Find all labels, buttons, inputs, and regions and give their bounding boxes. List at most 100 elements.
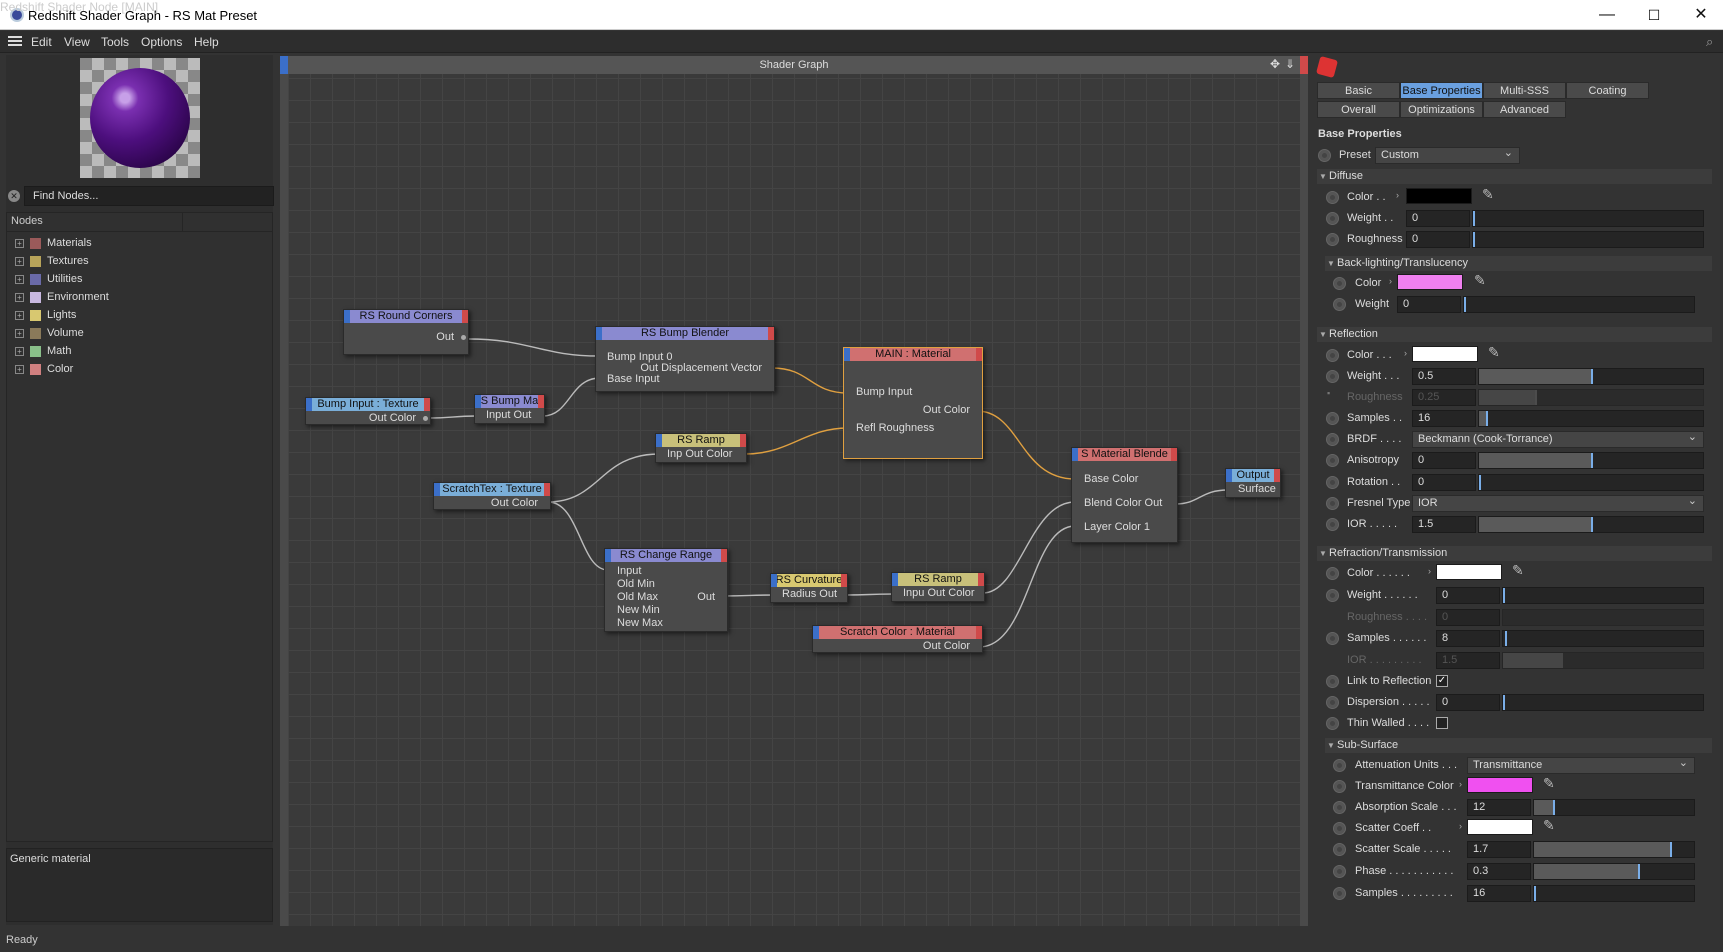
refr-color-toggle[interactable]	[1326, 567, 1339, 580]
node-bump-blender[interactable]: RS Bump Blender Bump Input 0 Out Displac…	[595, 326, 775, 392]
node-main-material[interactable]: MAIN : Material Bump Input Out Color Ref…	[843, 347, 983, 459]
eyedropper-icon[interactable]: ✎	[1474, 272, 1486, 289]
refl-weight-slider[interactable]	[1478, 368, 1704, 385]
scatter-coeff-toggle[interactable]	[1333, 822, 1346, 835]
fresnel-toggle[interactable]	[1326, 497, 1339, 510]
tab-base-properties[interactable]: Base Properties	[1400, 82, 1483, 99]
refl-color-swatch[interactable]	[1412, 346, 1478, 362]
node-ramp-1[interactable]: RS Ramp Inp Out Color	[655, 433, 747, 463]
thin-walled-toggle[interactable]	[1326, 717, 1339, 730]
tab-multi-sss[interactable]: Multi-SSS	[1483, 82, 1566, 99]
diffuse-color-toggle[interactable]	[1326, 191, 1339, 204]
tab-coating[interactable]: Coating	[1566, 82, 1649, 99]
back-weight-toggle[interactable]	[1333, 298, 1346, 311]
node-bump-map[interactable]: S Bump Ma Input Out	[474, 394, 545, 424]
brdf-toggle[interactable]	[1326, 433, 1339, 446]
atten-units-toggle[interactable]	[1333, 759, 1346, 772]
diffuse-section[interactable]: Diffuse	[1317, 169, 1712, 184]
tab-basic[interactable]: Basic	[1317, 82, 1400, 99]
refr-color-swatch[interactable]	[1436, 564, 1502, 580]
rotation-field[interactable]: 0	[1412, 474, 1476, 491]
expand-arrow-icon[interactable]: ›	[1389, 276, 1392, 286]
diffuse-roughness-slider[interactable]	[1472, 231, 1704, 248]
refraction-section[interactable]: Refraction/Transmission	[1317, 546, 1712, 561]
reflection-section[interactable]: Reflection	[1317, 327, 1712, 342]
expand-arrow-icon[interactable]: ›	[1396, 190, 1399, 200]
node-change-range[interactable]: RS Change Range Input Old Min Old Max Ne…	[604, 548, 728, 632]
node-material-blender[interactable]: S Material Blende Base Color Blend Color…	[1071, 447, 1178, 543]
eyedropper-icon[interactable]: ✎	[1482, 186, 1494, 203]
absorption-field[interactable]: 12	[1467, 799, 1531, 816]
trans-color-toggle[interactable]	[1333, 780, 1346, 793]
back-color-toggle[interactable]	[1333, 277, 1346, 290]
refl-samples-slider[interactable]	[1478, 410, 1704, 427]
rotation-slider[interactable]	[1478, 474, 1704, 491]
absorption-slider[interactable]	[1533, 799, 1695, 816]
atten-units-dropdown[interactable]: Transmittance	[1467, 756, 1695, 774]
node-round-corners[interactable]: RS Round Corners Out	[343, 309, 469, 355]
refr-samples-slider[interactable]	[1502, 630, 1704, 647]
tab-advanced[interactable]: Advanced	[1483, 101, 1566, 118]
trans-color-swatch[interactable]	[1467, 777, 1533, 793]
refr-samples-field[interactable]: 8	[1436, 630, 1500, 647]
sss-samples-field[interactable]: 16	[1467, 885, 1531, 902]
refl-roughness-slider[interactable]	[1478, 389, 1704, 406]
refr-weight-field[interactable]: 0	[1436, 587, 1500, 604]
diffuse-roughness-toggle[interactable]	[1326, 233, 1339, 246]
phase-slider[interactable]	[1533, 863, 1695, 880]
thin-walled-checkbox[interactable]	[1436, 717, 1448, 729]
refr-weight-slider[interactable]	[1502, 587, 1704, 604]
eyedropper-icon[interactable]: ✎	[1488, 344, 1500, 361]
back-color-swatch[interactable]	[1397, 274, 1463, 290]
node-bump-input[interactable]: Bump Input : Texture Out Color	[305, 397, 431, 425]
expand-arrow-icon[interactable]: ›	[1428, 566, 1431, 576]
anisotropy-field[interactable]: 0	[1412, 452, 1476, 469]
refl-weight-toggle[interactable]	[1326, 370, 1339, 383]
diffuse-weight-toggle[interactable]	[1326, 212, 1339, 225]
eyedropper-icon[interactable]: ✎	[1543, 817, 1555, 834]
node-ramp-2[interactable]: RS Ramp Inpu Out Color	[891, 572, 985, 602]
expand-arrow-icon[interactable]: ›	[1404, 348, 1407, 358]
scatter-scale-slider[interactable]	[1533, 841, 1695, 858]
refl-weight-field[interactable]: 0.5	[1412, 368, 1476, 385]
refl-roughness-field[interactable]: 0.25	[1412, 389, 1476, 406]
node-scratch-tex[interactable]: ScratchTex : Texture Out Color	[433, 482, 551, 510]
scatter-scale-field[interactable]: 1.7	[1467, 841, 1531, 858]
refr-ior-slider[interactable]	[1502, 652, 1704, 669]
diffuse-weight-slider[interactable]	[1472, 210, 1704, 227]
link-reflection-toggle[interactable]	[1326, 675, 1339, 688]
eyedropper-icon[interactable]: ✎	[1543, 775, 1555, 792]
back-weight-slider[interactable]	[1463, 296, 1695, 313]
sss-samples-toggle[interactable]	[1333, 887, 1346, 900]
scatter-coeff-swatch[interactable]	[1467, 819, 1533, 835]
expand-arrow-icon[interactable]: ›	[1459, 821, 1462, 831]
ior-toggle[interactable]	[1326, 518, 1339, 531]
expand-arrow-icon[interactable]: ›	[1459, 779, 1462, 789]
port-dot[interactable]	[461, 335, 466, 340]
node-scratch-color[interactable]: Scratch Color : Material Out Color	[812, 625, 983, 653]
node-output[interactable]: Output Surface	[1225, 468, 1281, 498]
preset-anim-toggle[interactable]	[1318, 149, 1331, 162]
scatter-scale-toggle[interactable]	[1333, 843, 1346, 856]
dispersion-slider[interactable]	[1502, 694, 1704, 711]
refl-samples-field[interactable]: 16	[1412, 410, 1476, 427]
phase-toggle[interactable]	[1333, 865, 1346, 878]
rotation-toggle[interactable]	[1326, 476, 1339, 489]
dispersion-field[interactable]: 0	[1436, 694, 1500, 711]
brdf-dropdown[interactable]: Beckmann (Cook-Torrance)	[1412, 430, 1704, 448]
refr-samples-toggle[interactable]	[1326, 632, 1339, 645]
tab-optimizations[interactable]: Optimizations	[1400, 101, 1483, 118]
refr-ior-field[interactable]: 1.5	[1436, 652, 1500, 669]
dispersion-toggle[interactable]	[1326, 696, 1339, 709]
diffuse-weight-field[interactable]: 0	[1406, 210, 1470, 227]
refr-weight-toggle[interactable]	[1326, 589, 1339, 602]
refr-roughness-field[interactable]: 0	[1436, 609, 1500, 626]
anisotropy-slider[interactable]	[1478, 452, 1704, 469]
ior-field[interactable]: 1.5	[1412, 516, 1476, 533]
backlighting-section[interactable]: Back-lighting/Translucency	[1325, 256, 1712, 271]
tab-overall[interactable]: Overall	[1317, 101, 1400, 118]
back-weight-field[interactable]: 0	[1397, 296, 1461, 313]
eyedropper-icon[interactable]: ✎	[1512, 562, 1524, 579]
port-dot[interactable]	[423, 416, 428, 421]
refr-roughness-slider[interactable]	[1502, 609, 1704, 626]
